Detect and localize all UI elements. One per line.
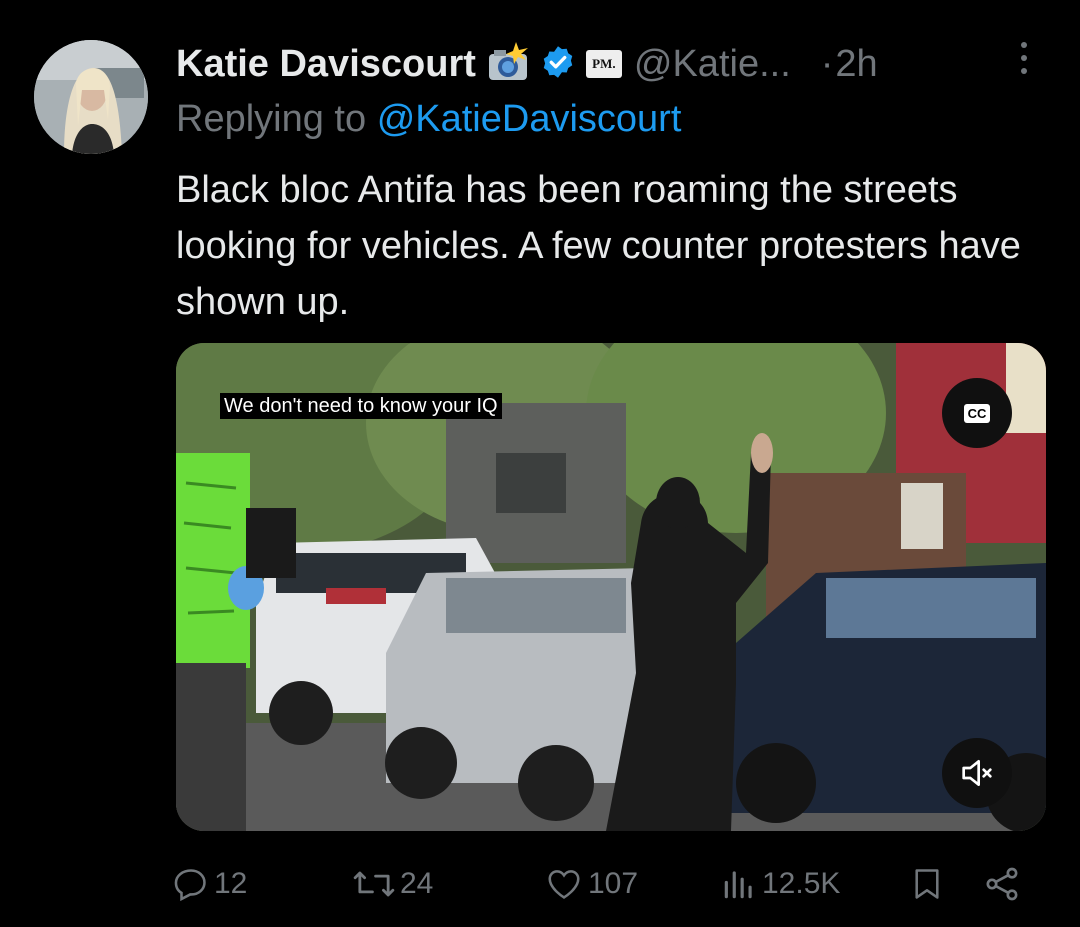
author-handle[interactable]: @Katie... xyxy=(634,43,791,86)
repost-button[interactable]: 24 xyxy=(352,856,433,912)
post-time[interactable]: 2h xyxy=(835,43,877,86)
views-icon xyxy=(724,871,752,899)
repost-icon xyxy=(353,871,395,897)
more-options-icon[interactable] xyxy=(1014,42,1034,82)
reply-prefix: Replying to xyxy=(176,98,367,140)
heart-icon xyxy=(548,870,580,899)
share-button[interactable] xyxy=(982,856,1026,912)
reply-icon xyxy=(174,869,206,902)
like-button[interactable]: 107 xyxy=(544,856,638,912)
reply-mention-link[interactable]: @KatieDaviscourt xyxy=(377,98,682,140)
verified-icon[interactable] xyxy=(540,44,576,85)
tweet-header: Katie Daviscourt PM. @Katie... · 2h xyxy=(176,38,878,90)
repost-count: 24 xyxy=(400,867,434,900)
reply-context: Replying to @KatieDaviscourt xyxy=(176,98,681,141)
author-name[interactable]: Katie Daviscourt xyxy=(176,43,476,86)
action-bar: 12 24 107 12.5K xyxy=(172,856,1042,912)
view-count: 12.5K xyxy=(762,867,841,900)
separator: · xyxy=(820,42,834,85)
avatar[interactable] xyxy=(34,40,148,154)
tweet-text: Black bloc Antifa has been roaming the s… xyxy=(176,169,1021,323)
cc-label: CC xyxy=(963,403,991,423)
bookmark-icon xyxy=(915,869,939,899)
video-caption: We don't need to know your IQ xyxy=(220,393,502,419)
closed-captions-button[interactable]: CC xyxy=(942,378,1012,448)
mute-button[interactable] xyxy=(942,738,1012,808)
views-button[interactable]: 12.5K xyxy=(720,856,840,912)
camera-flash-icon xyxy=(486,41,530,87)
reply-button[interactable]: 12 xyxy=(172,856,247,912)
speaker-muted-icon xyxy=(962,760,992,786)
bookmark-button[interactable] xyxy=(908,856,950,912)
like-count: 107 xyxy=(588,867,639,900)
video-player[interactable]: We don't need to know your IQ CC xyxy=(176,343,1046,831)
affiliate-badge[interactable]: PM. xyxy=(585,50,622,78)
share-icon xyxy=(986,867,1018,901)
reply-count: 12 xyxy=(214,867,248,900)
